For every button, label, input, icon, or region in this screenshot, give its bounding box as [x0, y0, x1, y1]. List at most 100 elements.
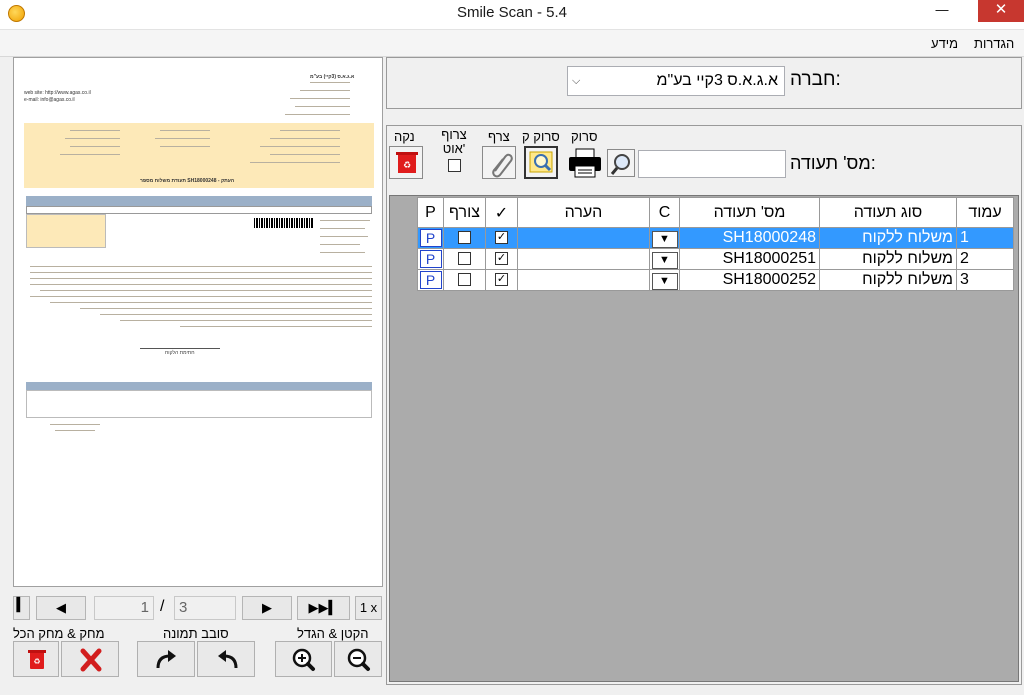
table-row[interactable]: P ✓ ▼ SH18000251 משלוח ללקוח 2 [417, 248, 1014, 270]
selected-checkbox[interactable]: ✓ [495, 273, 508, 287]
dropdown-button[interactable]: ▼ [651, 272, 678, 290]
company-value: א.ג.א.ס 3קיי בע"מ [656, 72, 778, 89]
cell-check[interactable]: ✓ [485, 269, 518, 291]
cell-doc-type: משלוח ללקוח [819, 248, 957, 270]
barcode [254, 218, 314, 228]
cell-p[interactable]: P [417, 227, 444, 249]
zoom-in-icon [292, 648, 315, 671]
attached-checkbox[interactable] [458, 231, 471, 245]
cell-c[interactable]: ▼ [649, 269, 680, 291]
paperclip-icon [492, 153, 513, 178]
p-button[interactable]: P [419, 228, 442, 247]
cell-attached[interactable] [443, 227, 486, 249]
page-separator: / [160, 598, 165, 615]
cell-doc-type: משלוח ללקוח [819, 269, 957, 291]
close-button[interactable]: ✕ [978, 0, 1024, 22]
rotate-left-button[interactable] [197, 641, 255, 677]
document-image: web site: http://www.agas.co.il e-mail: … [20, 68, 376, 438]
cell-note[interactable] [517, 227, 650, 249]
label-rotate: סובב תמונה [163, 626, 229, 641]
title-bar: Smile Scan - 5.4 — ✕ [0, 0, 1024, 29]
attach-auto-checkbox[interactable] [448, 159, 461, 172]
col-note[interactable]: הערה [517, 197, 650, 228]
doc-number-label: מס' תעודה: [790, 153, 876, 173]
col-page[interactable]: עמוד [956, 197, 1014, 228]
doc-signature: חתימת הלקוח [165, 350, 195, 356]
total-pages-field: 3 [174, 596, 236, 620]
p-button[interactable]: P [419, 270, 442, 289]
table-row[interactable]: P ✓ ▼ SH18000248 משלוח ללקוח 1 [417, 227, 1014, 249]
attached-checkbox[interactable] [458, 273, 471, 287]
col-doc-type[interactable]: סוג תעודה [819, 197, 957, 228]
company-select[interactable]: א.ג.א.ס 3קיי בע"מ ⌵ [567, 66, 785, 96]
col-c[interactable]: C [649, 197, 680, 228]
cell-p[interactable]: P [417, 248, 444, 270]
label-zoom: הקטן & הגדל [297, 626, 369, 641]
cell-check[interactable]: ✓ [485, 227, 518, 249]
attach-button[interactable] [482, 146, 516, 179]
selected-checkbox[interactable]: ✓ [495, 231, 508, 245]
search-icon [610, 154, 630, 175]
col-p[interactable]: P [417, 197, 444, 228]
current-page-field[interactable]: 1 [94, 596, 154, 620]
cell-note[interactable] [517, 269, 650, 291]
clear-label: נקה [394, 129, 415, 144]
cell-page: 1 [956, 227, 1014, 249]
selected-checkbox[interactable]: ✓ [495, 252, 508, 266]
cell-note[interactable] [517, 248, 650, 270]
window-title: Smile Scan - 5.4 [456, 4, 568, 21]
doc-email: e-mail: info@agas.co.il [24, 97, 75, 103]
scan-q-button[interactable] [524, 146, 558, 179]
label-delete: מחק & מחק הכל [13, 626, 105, 641]
doc-number-input[interactable] [638, 150, 786, 178]
col-doc-number[interactable]: מס' תעודה [679, 197, 820, 228]
doc-company: א.ג.א.ס (3קיי) בע"מ [310, 74, 355, 80]
delete-all-button[interactable]: ♻ [13, 641, 59, 677]
dropdown-button[interactable]: ▼ [651, 230, 678, 248]
table-row[interactable]: P ✓ ▼ SH18000252 משלוח ללקוח 3 [417, 269, 1014, 291]
scan-button[interactable] [567, 146, 603, 180]
prev-page-button[interactable]: ◀ [36, 596, 86, 620]
rotate-right-icon [156, 650, 176, 669]
cell-c[interactable]: ▼ [649, 248, 680, 270]
cell-check[interactable]: ✓ [485, 248, 518, 270]
doc-web: web site: http://www.agas.co.il [24, 90, 91, 96]
cell-attached[interactable] [443, 269, 486, 291]
attached-checkbox[interactable] [458, 252, 471, 266]
minimize-button[interactable]: — [928, 0, 956, 22]
doc-title: תעודת משלוח מספר SH18000248 - העתק [140, 178, 235, 184]
col-attached[interactable]: צורף [443, 197, 486, 228]
zoom-out-icon [347, 648, 370, 671]
dropdown-button[interactable]: ▼ [651, 251, 678, 269]
last-page-button[interactable]: ▶▶▍ [297, 596, 350, 620]
next-page-button[interactable]: ▶ [242, 596, 292, 620]
col-check[interactable]: ✓ [485, 197, 518, 228]
menu-bar: הגדרות מידע [0, 29, 1024, 57]
menu-settings[interactable]: הגדרות [974, 36, 1014, 51]
cell-doc-number: SH18000251 [679, 248, 820, 270]
trash-icon: ♻ [28, 650, 46, 669]
cell-page: 2 [956, 248, 1014, 270]
documents-table: P צורף ✓ הערה C מס' תעודה סוג תעודה עמוד… [417, 197, 1014, 291]
cell-doc-number: SH18000252 [679, 269, 820, 291]
p-button[interactable]: P [419, 249, 442, 268]
printer-icon [569, 148, 601, 178]
zoom-level-button[interactable]: 1 x [355, 596, 382, 620]
cell-p[interactable]: P [417, 269, 444, 291]
scan-preview-icon [529, 151, 553, 173]
cell-doc-number: SH18000248 [679, 227, 820, 249]
delete-x-icon [80, 648, 102, 672]
delete-button[interactable] [61, 641, 119, 677]
cell-attached[interactable] [443, 248, 486, 270]
menu-info[interactable]: מידע [931, 36, 958, 51]
zoom-in-button[interactable] [275, 641, 332, 677]
cell-c[interactable]: ▼ [649, 227, 680, 249]
first-page-button[interactable]: ▍ [13, 596, 30, 620]
svg-text:♻: ♻ [33, 657, 40, 666]
zoom-out-button[interactable] [334, 641, 382, 677]
doc-table-header [26, 196, 372, 206]
attach-auto-label: צרוף אוט' [441, 127, 467, 156]
search-button[interactable] [607, 149, 635, 177]
rotate-right-button[interactable] [137, 641, 195, 677]
clear-button[interactable]: ♻ [389, 146, 423, 179]
